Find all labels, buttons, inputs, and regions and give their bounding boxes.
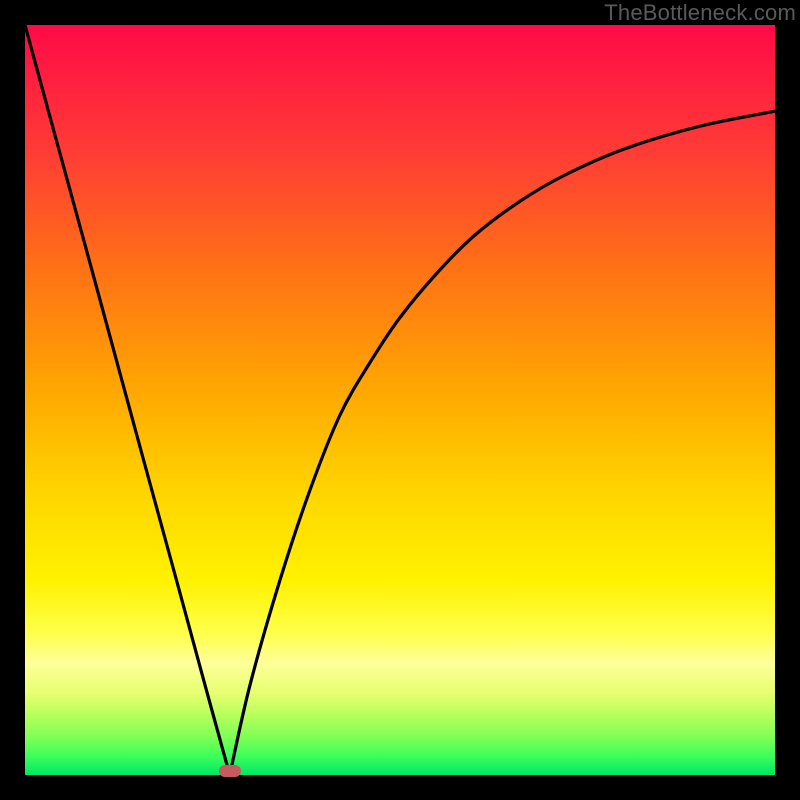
curve-left-branch [25, 25, 230, 775]
curve-right-branch [230, 111, 775, 775]
chart-frame [25, 25, 775, 775]
chart-curve [25, 25, 775, 775]
minimum-marker [219, 765, 241, 777]
watermark-text: TheBottleneck.com [604, 0, 796, 26]
